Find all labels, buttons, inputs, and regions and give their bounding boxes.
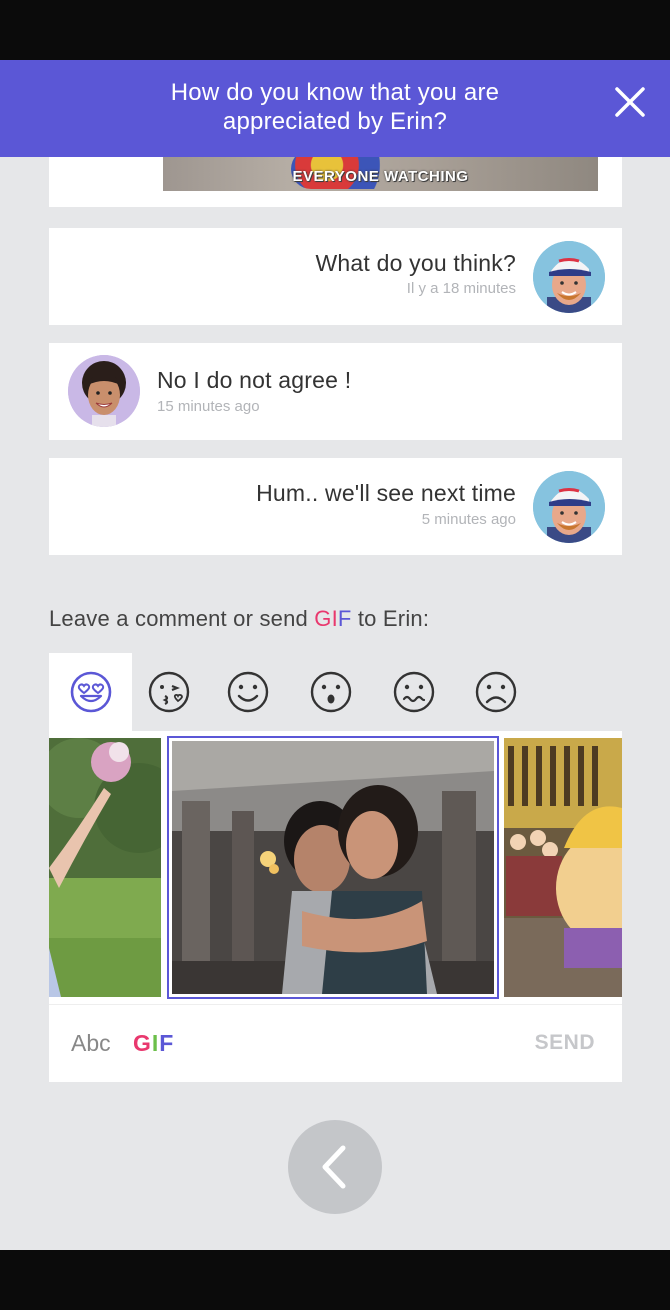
gif-message-card: EVERYONE WATCHING <box>49 157 622 207</box>
gif-option-selected[interactable] <box>167 736 499 999</box>
comment-card: Hum.. we'll see next time 5 minutes ago <box>49 458 622 555</box>
comment-text: What do you think? <box>315 250 516 276</box>
emoji-tab-confused[interactable] <box>372 653 455 731</box>
back-button[interactable] <box>288 1120 382 1214</box>
header-title: How do you know that you are appreciated… <box>170 79 500 135</box>
comment-prompt: Leave a comment or send GIF to Erin: <box>49 606 429 632</box>
close-button[interactable] <box>610 82 650 122</box>
gif-option[interactable] <box>504 738 622 997</box>
kiss-heart-icon <box>148 671 189 713</box>
gif-mode-button[interactable]: GIF <box>133 1030 174 1057</box>
smile-icon <box>227 671 268 713</box>
send-button[interactable]: SEND <box>535 1031 595 1055</box>
comment-text: Hum.. we'll see next time <box>256 480 516 506</box>
emoji-tab-smile[interactable] <box>206 653 289 731</box>
confused-icon <box>393 671 434 713</box>
emoji-tab-kiss[interactable] <box>127 653 210 731</box>
comment-timestamp: 15 minutes ago <box>157 398 260 415</box>
heart-eyes-icon <box>70 671 111 713</box>
avatar[interactable] <box>533 241 605 313</box>
navigation-bar <box>0 1250 670 1310</box>
comment-composer: Abc GIF SEND <box>49 1004 622 1082</box>
comment-timestamp: Il y a 18 minutes <box>406 280 516 297</box>
comment-text: No I do not agree ! <box>157 367 352 393</box>
text-mode-button[interactable]: Abc <box>71 1030 111 1057</box>
emoji-category-bar <box>49 653 622 731</box>
comment-timestamp: 5 minutes ago <box>421 511 516 528</box>
gif-caption: EVERYONE WATCHING <box>292 168 469 185</box>
comment-card: What do you think? Il y a 18 minutes <box>49 228 622 325</box>
emoji-tab-heart-eyes[interactable] <box>49 653 132 731</box>
prompt-text: Leave a comment or send <box>49 606 315 631</box>
avatar[interactable] <box>533 471 605 543</box>
avatar[interactable] <box>68 355 140 427</box>
sent-gif-image[interactable]: EVERYONE WATCHING <box>163 157 598 191</box>
emoji-tab-surprised[interactable] <box>289 653 372 731</box>
surprised-icon <box>310 671 351 713</box>
prompt-text-end: to Erin: <box>351 606 430 631</box>
close-icon <box>615 87 645 117</box>
gif-carousel[interactable] <box>49 731 622 1004</box>
question-header: How do you know that you are appreciated… <box>0 60 670 157</box>
chevron-left-icon <box>322 1145 346 1189</box>
emoji-tab-sad[interactable] <box>454 653 537 731</box>
status-bar <box>0 0 670 60</box>
sad-icon <box>475 671 516 713</box>
comment-card: No I do not agree ! 15 minutes ago <box>49 343 622 440</box>
gif-option[interactable] <box>49 738 161 997</box>
gif-word: GIF <box>314 606 352 631</box>
